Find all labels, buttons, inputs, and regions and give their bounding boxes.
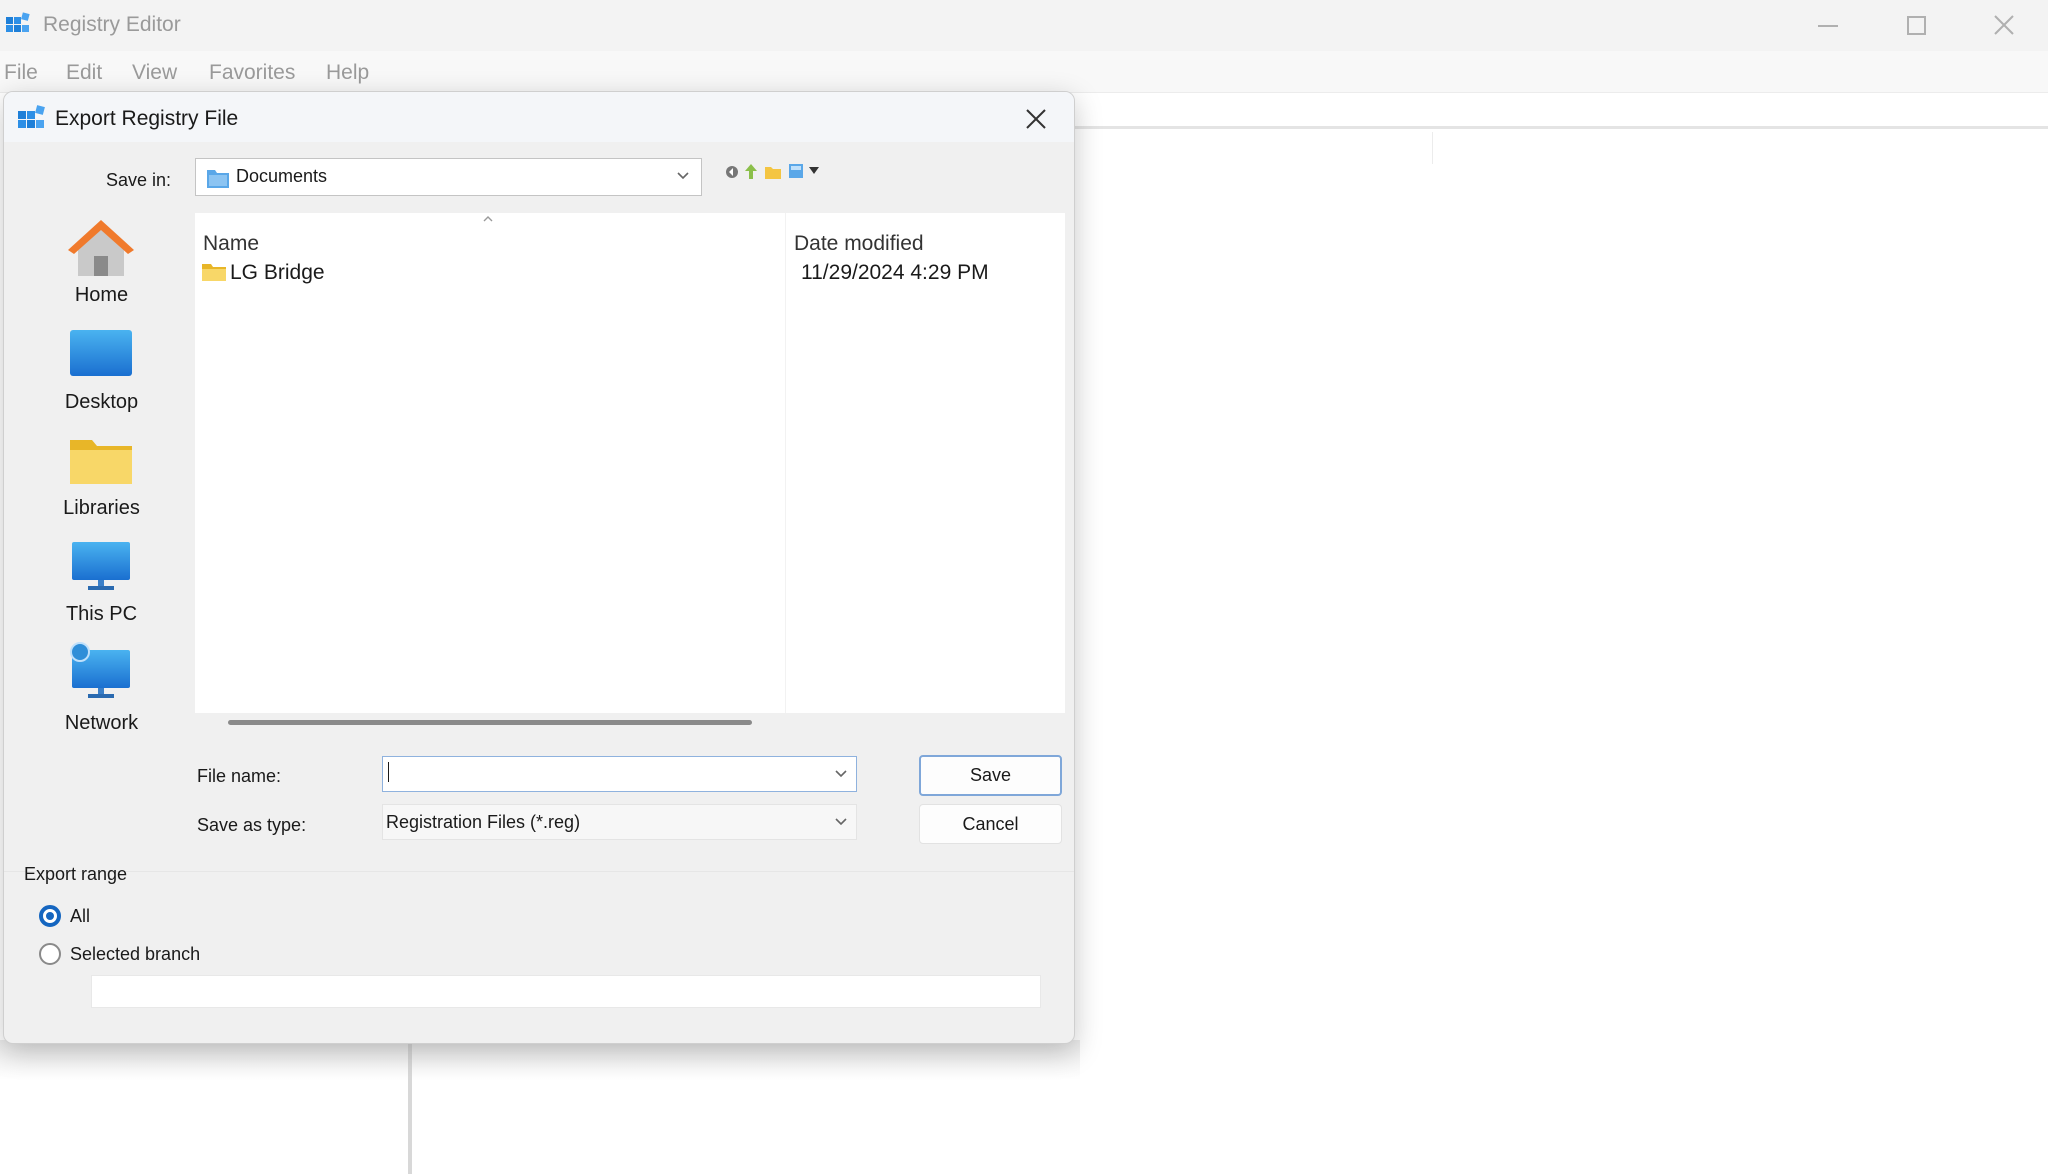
- place-label-home: Home: [74, 284, 129, 306]
- chevron-down-icon: [677, 172, 689, 180]
- view-menu-icon[interactable]: [788, 163, 804, 179]
- horizontal-scrollbar[interactable]: [228, 720, 752, 725]
- registry-editor-icon: [18, 105, 45, 128]
- menu-bar: File Edit View Favorites Help: [0, 51, 2048, 93]
- place-desktop[interactable]: Desktop: [24, 328, 179, 428]
- dialog-close-button[interactable]: [1019, 102, 1053, 136]
- this-pc-icon: [72, 542, 130, 590]
- maximize-button[interactable]: [1872, 0, 1960, 51]
- file-name-input[interactable]: [382, 756, 857, 792]
- menu-favorites[interactable]: Favorites: [209, 61, 295, 85]
- address-bar[interactable]: [1072, 93, 2048, 129]
- file-name-label: File name:: [197, 766, 282, 786]
- save-as-type-label: Save as type:: [197, 815, 307, 835]
- documents-folder-icon: [207, 170, 229, 188]
- radio-all[interactable]: All: [39, 903, 239, 929]
- radio-selected-branch-label: Selected branch: [70, 944, 201, 964]
- radio-all-indicator[interactable]: [39, 905, 61, 927]
- dialog-title-bar: Export Registry File: [4, 92, 1074, 142]
- close-icon: [1994, 15, 2014, 35]
- place-label-this-pc: This PC: [65, 603, 138, 625]
- save-as-type-dropdown[interactable]: Registration Files (*.reg): [382, 804, 857, 840]
- minimize-icon: [1818, 25, 1838, 27]
- maximize-icon: [1907, 16, 1926, 35]
- selected-branch-input[interactable]: [91, 975, 1041, 1008]
- place-network[interactable]: Network: [24, 640, 179, 740]
- navigation-toolbar: [724, 160, 834, 184]
- export-registry-dialog: Export Registry File Save in: Documents …: [3, 91, 1075, 1044]
- libraries-icon: [70, 440, 132, 484]
- close-button[interactable]: [1960, 0, 2048, 51]
- place-label-desktop: Desktop: [64, 391, 139, 413]
- chevron-down-icon[interactable]: [834, 769, 848, 779]
- chevron-down-icon: [835, 818, 847, 826]
- column-divider[interactable]: [785, 213, 786, 713]
- file-date-cell: 11/29/2024 4:29 PM: [801, 261, 989, 284]
- column-header-name[interactable]: Name: [203, 232, 259, 256]
- menu-help[interactable]: Help: [326, 61, 369, 85]
- place-this-pc[interactable]: This PC: [24, 540, 179, 640]
- export-range-label: Export range: [24, 864, 128, 884]
- new-folder-icon[interactable]: [764, 164, 782, 180]
- place-label-libraries: Libraries: [63, 497, 140, 519]
- place-libraries[interactable]: Libraries: [24, 434, 179, 534]
- place-label-network: Network: [64, 712, 139, 734]
- menu-view[interactable]: View: [132, 61, 177, 85]
- sort-ascending-icon: [483, 216, 493, 222]
- column-header-date-modified[interactable]: Date modified: [794, 232, 924, 256]
- radio-selected-branch[interactable]: Selected branch: [39, 941, 299, 967]
- menu-file[interactable]: File: [4, 61, 38, 85]
- network-icon: [70, 642, 130, 698]
- cancel-button[interactable]: Cancel: [919, 804, 1062, 844]
- text-caret: [388, 762, 389, 782]
- section-divider: [4, 871, 1074, 872]
- radio-all-label: All: [70, 906, 91, 926]
- window-title: Registry Editor: [43, 13, 181, 36]
- column-divider: [1432, 132, 1433, 164]
- back-icon[interactable]: [724, 164, 740, 180]
- menu-edit[interactable]: Edit: [66, 61, 102, 85]
- tree-pane-splitter[interactable]: [408, 1040, 412, 1174]
- desktop-icon: [70, 330, 132, 376]
- file-row[interactable]: LG Bridge 11/29/2024 4:29 PM: [201, 257, 1051, 287]
- minimize-button[interactable]: [1784, 0, 1872, 51]
- save-as-type-value: Registration Files (*.reg): [386, 812, 581, 832]
- dialog-shadow: [0, 1040, 1080, 1080]
- radio-selected-branch-indicator[interactable]: [39, 943, 61, 965]
- folder-icon: [202, 264, 226, 281]
- place-home[interactable]: Home: [24, 218, 179, 318]
- dialog-title: Export Registry File: [55, 107, 239, 130]
- save-in-dropdown[interactable]: Documents: [195, 158, 702, 196]
- registry-editor-icon: [6, 12, 30, 32]
- file-list[interactable]: Name Date modified LG Bridge 11/29/2024 …: [195, 213, 1065, 713]
- save-button[interactable]: Save: [919, 755, 1062, 796]
- up-folder-icon[interactable]: [744, 163, 758, 181]
- save-in-label: Save in:: [106, 170, 172, 190]
- file-name-cell: LG Bridge: [230, 261, 325, 284]
- home-icon: [68, 220, 134, 276]
- title-bar: Registry Editor: [0, 0, 2048, 51]
- close-icon: [1026, 109, 1046, 129]
- save-in-value: Documents: [236, 166, 328, 186]
- view-dropdown-arrow-icon[interactable]: [808, 166, 820, 176]
